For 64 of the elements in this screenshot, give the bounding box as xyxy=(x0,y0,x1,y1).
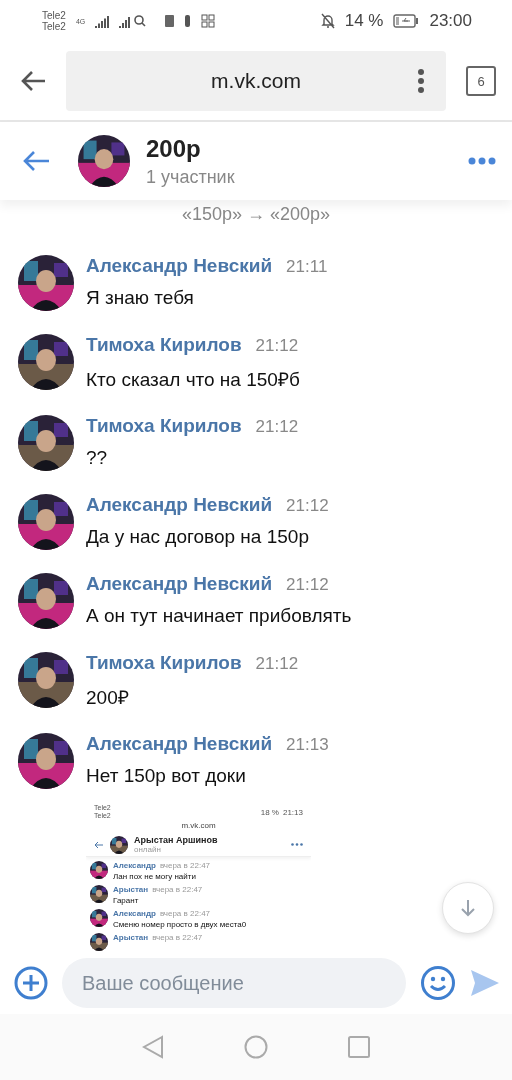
message-time: 21:12 xyxy=(255,336,299,356)
message-text: Я знаю тебя xyxy=(86,287,195,309)
battery-icon xyxy=(393,14,420,28)
message-time: 21:13 xyxy=(286,735,329,755)
carrier-label: Tele2 xyxy=(42,21,66,32)
message-time: вчера в 22:47 xyxy=(152,933,203,942)
online-status: онлайн xyxy=(134,845,161,854)
author-name[interactable]: Александр Невский xyxy=(86,255,273,277)
message-input[interactable]: Ваше сообщение xyxy=(62,958,406,1008)
chat-title: 200р xyxy=(146,134,202,163)
author-name: Арыстан xyxy=(113,933,149,942)
message-text: Лан пох не могу найти xyxy=(113,872,197,881)
author-name[interactable]: Александр Невский xyxy=(86,573,273,595)
battery-percent: 18 % xyxy=(260,807,279,817)
menu-icon[interactable] xyxy=(418,69,424,93)
scroll-down-button[interactable] xyxy=(442,882,494,934)
back-button[interactable] xyxy=(20,70,46,92)
message-time: 21:12 xyxy=(255,654,299,674)
author-name: Александр xyxy=(113,861,156,870)
author-name[interactable]: Тимоха Кирилов xyxy=(86,652,242,674)
tab-counter[interactable]: 6 xyxy=(466,66,496,96)
message-time: 21:11 xyxy=(286,257,328,277)
message-time: вчера в 22:47 xyxy=(152,885,203,894)
url-text: m.vk.com xyxy=(181,821,216,830)
add-icon[interactable] xyxy=(14,966,48,1000)
member-count: 1 участник xyxy=(146,166,236,188)
more-icon xyxy=(291,843,303,846)
message-time: 21:12 xyxy=(286,496,329,516)
author-name: Александр xyxy=(113,909,156,918)
author-name[interactable]: Тимоха Кирилов xyxy=(86,415,242,437)
message-text: Сменю номер просто в двух места0 xyxy=(113,920,247,929)
arrow-down-icon xyxy=(460,899,476,917)
carrier-label: Tele2 xyxy=(42,10,66,21)
message-text: Нет 150р вот доки xyxy=(86,765,247,787)
address-bar[interactable]: m.vk.com xyxy=(66,51,446,111)
service-message: «150р» → «200р» xyxy=(181,204,331,224)
battery-percent: 14 % xyxy=(344,11,384,31)
apps-grid-icon xyxy=(201,14,216,28)
message-text: Кто сказал что на 150₽б xyxy=(86,368,300,392)
message-time: 21:12 xyxy=(255,417,299,437)
message-text: А он тут начинает прибовлять xyxy=(86,605,352,627)
recents-icon[interactable] xyxy=(348,1036,370,1058)
more-button[interactable] xyxy=(468,157,496,165)
author-name[interactable]: Тимоха Кирилов xyxy=(86,334,242,356)
home-icon[interactable] xyxy=(244,1035,268,1059)
back-button[interactable] xyxy=(22,150,50,172)
clock: 23:00 xyxy=(429,11,472,31)
back-icon xyxy=(94,840,104,849)
message-time: 21:12 xyxy=(286,575,329,595)
chat-title: Арыстан Аршинов xyxy=(134,835,219,845)
mute-bell-icon xyxy=(320,13,335,29)
sim-card-icon xyxy=(165,14,176,28)
author-name: Арыстан xyxy=(113,885,149,894)
author-name[interactable]: Александр Невский xyxy=(86,733,273,755)
emoji-icon[interactable] xyxy=(420,965,456,1001)
message-text: Да у нас договор на 150р xyxy=(86,526,310,548)
message-text: 200₽ xyxy=(86,686,130,710)
back-icon[interactable] xyxy=(142,1035,164,1059)
clock: 21:13 xyxy=(282,807,303,817)
message-time: вчера в 22:47 xyxy=(159,861,211,870)
message-text: Гарант xyxy=(113,896,140,905)
message-time: вчера в 22:47 xyxy=(159,909,211,918)
message-text: ?? xyxy=(86,447,109,469)
author-name[interactable]: Александр Невский xyxy=(86,494,273,516)
